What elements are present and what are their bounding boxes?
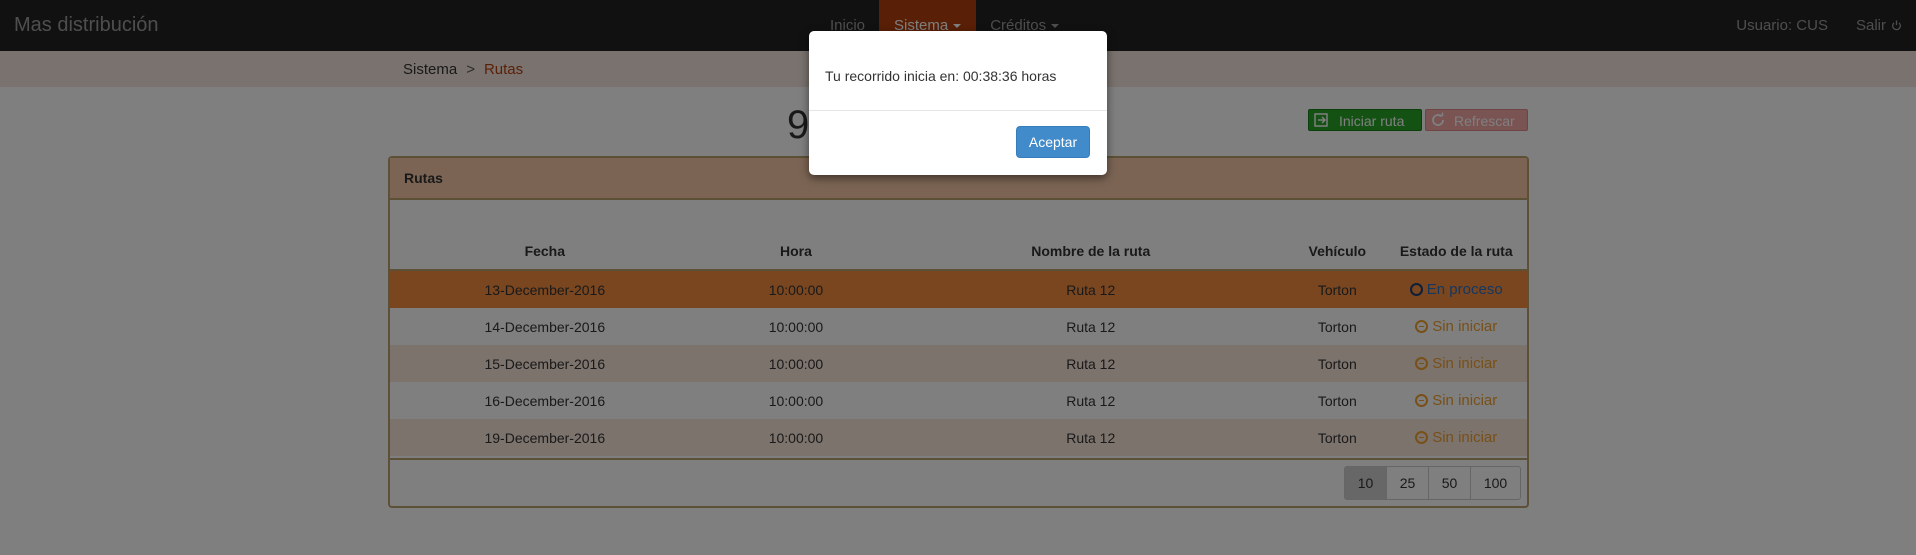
modal-divider — [809, 110, 1107, 111]
accept-button[interactable]: Aceptar — [1016, 126, 1090, 158]
modal-message: Tu recorrido inicia en: 00:38:36 horas — [825, 68, 1057, 84]
route-start-modal: Tu recorrido inicia en: 00:38:36 horas A… — [809, 31, 1107, 175]
